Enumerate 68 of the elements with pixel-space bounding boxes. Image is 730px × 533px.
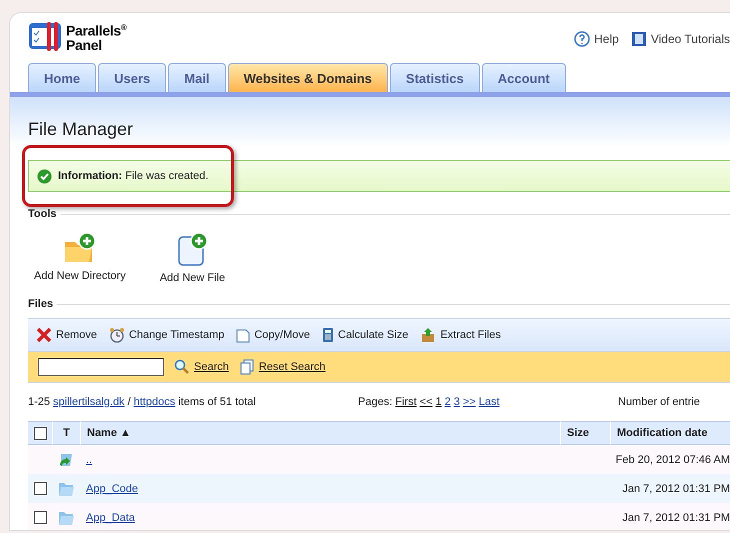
- calculator-icon: [322, 327, 334, 343]
- nav-tab[interactable]: Websites & Domains: [228, 63, 388, 92]
- nav-tab[interactable]: Statistics: [390, 63, 480, 92]
- domain-link[interactable]: spillertilsalg.dk: [53, 396, 125, 408]
- documents-icon: [238, 359, 255, 375]
- page-title: File Manager: [28, 119, 134, 140]
- nav-tab[interactable]: Users: [98, 63, 166, 92]
- file-row[interactable]: App_Code Jan 7, 2012 01:31 PM: [28, 474, 730, 503]
- date-cell: Jan 7, 2012 01:31 PM: [622, 482, 730, 494]
- folder-icon: [57, 480, 75, 496]
- box-icon: [420, 327, 436, 343]
- check-icon: [37, 168, 52, 184]
- row-checkbox[interactable]: [34, 482, 46, 495]
- date-cell: Jan 7, 2012 01:31 PM: [622, 512, 730, 524]
- tool-button[interactable]: Add New Directory: [34, 232, 126, 284]
- help-icon: [574, 31, 590, 47]
- page-link[interactable]: 3: [454, 396, 460, 408]
- date-cell: Feb 20, 2012 07:46 AM: [616, 454, 730, 466]
- search-link[interactable]: Search: [174, 359, 229, 375]
- folder-up-icon: [58, 452, 74, 468]
- reset-search-link[interactable]: Reset Search: [238, 359, 326, 375]
- page-link[interactable]: Last: [478, 396, 500, 408]
- entries-label: Number of entrie: [618, 396, 700, 408]
- film-icon: [630, 31, 647, 47]
- column-header[interactable]: T: [52, 421, 80, 445]
- page-link[interactable]: 2: [444, 396, 451, 408]
- files-heading: Files: [28, 298, 730, 310]
- info-message: Information: File was created.: [28, 160, 730, 192]
- range-text: 1-25: [28, 396, 50, 408]
- toolbar-button[interactable]: Extract Files: [420, 327, 501, 343]
- nav-tab[interactable]: Home: [28, 63, 96, 92]
- path-separator: /: [128, 396, 131, 408]
- tools-heading: Tools: [28, 208, 730, 220]
- column-header[interactable]: Size: [560, 421, 610, 445]
- file-name-link[interactable]: App_Code: [86, 482, 138, 494]
- remove-icon: [36, 327, 52, 343]
- page-link[interactable]: First: [395, 396, 417, 408]
- folder-icon: [57, 510, 75, 526]
- row-checkbox[interactable]: [34, 511, 46, 524]
- toolbar-button[interactable]: Remove: [36, 327, 97, 343]
- column-header[interactable]: Name ▲: [80, 421, 560, 445]
- toolbar-button[interactable]: Copy/Move: [236, 327, 310, 343]
- search-icon: [174, 359, 190, 375]
- folder-link[interactable]: httpdocs: [134, 396, 176, 408]
- pages-label: Pages:: [358, 396, 392, 408]
- page-link[interactable]: 1: [436, 396, 442, 408]
- add-folder-icon: [62, 232, 97, 264]
- video-tutorials-link[interactable]: Video Tutorials: [630, 31, 730, 47]
- page-link[interactable]: <<: [420, 396, 432, 408]
- nav-tab[interactable]: Account: [482, 63, 566, 92]
- file-name-link[interactable]: ..: [86, 454, 92, 466]
- help-link[interactable]: Help: [574, 31, 619, 47]
- select-all-checkbox[interactable]: [34, 426, 46, 440]
- column-header[interactable]: Modification date: [610, 421, 730, 445]
- toolbar-button[interactable]: Change Timestamp: [108, 327, 224, 343]
- document-icon: [236, 327, 250, 343]
- page-link[interactable]: >>: [462, 396, 476, 408]
- file-name-link[interactable]: App_Data: [86, 512, 135, 524]
- file-row[interactable]: .. Feb 20, 2012 07:46 AM: [28, 445, 730, 474]
- clock-icon: [108, 327, 125, 343]
- total-text: items of 51 total: [178, 396, 256, 408]
- file-row[interactable]: App_Data Jan 7, 2012 01:31 PM: [28, 503, 730, 530]
- toolbar-button[interactable]: Calculate Size: [322, 327, 408, 343]
- search-field[interactable]: [38, 358, 164, 376]
- logo-text: Parallels$^{®}$ Panel: [66, 22, 127, 52]
- tool-button[interactable]: Add New File: [160, 232, 226, 284]
- logo-icon: [28, 21, 62, 52]
- nav-tab[interactable]: Mail: [168, 63, 226, 92]
